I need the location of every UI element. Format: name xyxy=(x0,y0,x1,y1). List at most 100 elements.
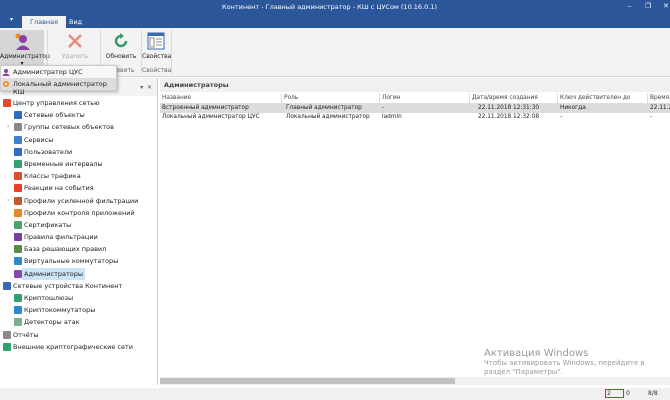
tree-item[interactable]: Отчёты xyxy=(2,329,156,341)
refresh-button[interactable]: Обновить xyxy=(102,30,140,60)
bell-icon xyxy=(14,184,22,193)
expand-chevron-icon[interactable]: › xyxy=(7,121,9,133)
status-count-a: 2 xyxy=(605,389,624,398)
table-cell: 22.11.2018 12:32:08 xyxy=(478,114,540,120)
properties-button[interactable]: Свойства xyxy=(142,30,172,60)
admin-cus-icon xyxy=(2,69,10,76)
tree-item[interactable]: Внешние криптографические сети xyxy=(2,341,156,353)
administrator-dropdown-menu: Администратор ЦУС Локальный администрато… xyxy=(0,65,117,96)
column-header[interactable]: Название xyxy=(160,93,282,104)
navigation-pane: ▾ ✕ Центр управления сетью Сетевые объект… xyxy=(0,78,158,385)
windows-activation-watermark: Активация Windows Чтобы активировать Win… xyxy=(484,348,645,377)
delete-label: Удалить xyxy=(61,53,89,60)
watermark-line2: раздел "Параметры". xyxy=(484,368,563,376)
table-row[interactable]: Встроенный администратор Главный админист… xyxy=(160,104,670,113)
navigation-tree: Центр управления сетью Сетевые объекты › Гр… xyxy=(2,97,156,353)
tree-item-label: Временные интервалы xyxy=(24,159,103,168)
tree-item[interactable]: Профили контроля приложений xyxy=(2,207,156,219)
table-header: Название Роль Логин Дата/время создания Ключ… xyxy=(160,93,670,104)
column-header[interactable]: Роль xyxy=(282,93,380,104)
crypto-gateway-icon xyxy=(14,294,22,302)
tab-home[interactable]: Главная xyxy=(22,16,67,28)
column-header[interactable]: Логин xyxy=(380,93,470,104)
pane-menu-icon[interactable]: ▾ xyxy=(140,84,143,91)
external-network-icon xyxy=(3,342,11,351)
tree-item[interactable]: Администраторы xyxy=(2,267,156,280)
table-cell: - xyxy=(650,114,653,120)
column-header[interactable]: Ключ действителен до xyxy=(558,93,648,104)
tree-item[interactable]: Правила фильтрации xyxy=(2,231,156,243)
tree-item-label: Центр управления сетью xyxy=(13,99,100,107)
traffic-icon xyxy=(14,172,22,181)
menu-item-local-admin-kš[interactable]: Локальный администратор КШ xyxy=(1,78,116,96)
table-cell: ladmin xyxy=(382,114,402,120)
tree-item[interactable]: Сетевые объекты xyxy=(2,109,156,121)
table-cell: 22.11.20 xyxy=(650,105,670,111)
menu-item-label: Администратор ЦУС xyxy=(13,68,83,76)
scrollbar-thumb[interactable] xyxy=(160,378,455,384)
table-cell: Локальный администратор ЦУС xyxy=(162,114,260,120)
watermark-title: Активация Windows xyxy=(484,348,589,359)
tree-item-label: Криптокоммутаторы xyxy=(24,306,96,315)
pane-close-icon[interactable]: ✕ xyxy=(147,84,152,91)
user-icon xyxy=(14,147,22,156)
tab-view[interactable]: Вид xyxy=(61,16,90,28)
administrator-label: Администратор xyxy=(0,53,50,60)
tree-item[interactable]: › Профили усиленной фильтрации xyxy=(2,195,156,207)
group-label-properties: Свойства xyxy=(142,67,172,74)
tree-item[interactable]: › Группы сетевых объектов xyxy=(2,121,156,133)
groups-icon xyxy=(14,123,22,132)
tree-item[interactable]: Детекторы атак xyxy=(2,316,156,328)
virtual-switch-icon xyxy=(14,257,22,266)
tree-item-label: База решающих правил xyxy=(24,245,107,254)
tree-item[interactable]: Временные интервалы xyxy=(2,158,156,170)
horizontal-scrollbar[interactable] xyxy=(160,377,670,385)
table-cell: Главный администратор xyxy=(286,105,362,111)
tree-item-label: Реакции на события xyxy=(24,184,94,193)
tree-item[interactable]: Криптокоммутаторы xyxy=(2,304,156,316)
properties-label: Свойства xyxy=(142,53,172,60)
tree-item-label: Сертификаты xyxy=(24,220,72,229)
gear-icon xyxy=(3,81,9,87)
close-button[interactable]: ✕ xyxy=(663,2,669,10)
restore-button[interactable]: ❐ xyxy=(645,2,651,10)
tree-item[interactable]: Пользователи xyxy=(2,146,156,158)
tree-item[interactable]: Сетевые устройства Континент xyxy=(2,280,156,292)
main-panel: Администраторы Название Роль Логин Дата/вре… xyxy=(160,78,670,385)
filter-profile-icon xyxy=(14,196,22,205)
clock-icon xyxy=(14,159,22,168)
quick-access-dropdown-icon[interactable]: ▾ xyxy=(10,16,13,23)
status-bar: 2 0 8/8 xyxy=(0,388,670,400)
delete-button[interactable]: Удалить xyxy=(55,30,95,60)
tree-item[interactable]: Сертификаты xyxy=(2,219,156,231)
tree-item[interactable]: Реакции на события xyxy=(2,182,156,194)
tree-item[interactable]: Криптошлюзы xyxy=(2,292,156,304)
tree-item-label: Сетевые устройства Континент xyxy=(13,281,123,290)
crypto-switch-icon xyxy=(14,306,22,315)
column-header[interactable]: Время с xyxy=(648,93,670,104)
menu-item-admin-cus[interactable]: Администратор ЦУС xyxy=(1,66,116,78)
column-header[interactable]: Дата/время создания xyxy=(470,93,558,104)
status-count-c: 8/8 xyxy=(648,390,658,397)
certificate-icon xyxy=(14,220,22,229)
tree-item[interactable]: Виртуальные коммутаторы xyxy=(2,255,156,267)
devices-icon xyxy=(3,281,11,290)
tree-item-label: Внешние криптографические сети xyxy=(13,342,134,351)
tree-item[interactable]: База решающих правил xyxy=(2,243,156,255)
table-cell: - xyxy=(560,114,563,120)
table-row[interactable]: Локальный администратор ЦУС Локальный адм… xyxy=(160,113,670,122)
expand-chevron-icon[interactable]: › xyxy=(7,195,9,207)
table-cell: Локальный администратор xyxy=(286,114,370,120)
tree-item[interactable]: Классы трафика xyxy=(2,170,156,182)
ribbon-tabs: ▾ Главная Вид xyxy=(0,14,670,28)
tree-item-label: Сервисы xyxy=(24,135,54,144)
attack-detector-icon xyxy=(14,318,22,327)
minimize-button[interactable]: – xyxy=(628,2,632,10)
administrators-table: Название Роль Логин Дата/время создания Ключ… xyxy=(160,93,670,122)
tree-item[interactable]: Сервисы xyxy=(2,134,156,146)
app-control-icon xyxy=(14,208,22,217)
tree-item-label: Детекторы атак xyxy=(24,318,80,327)
tree-item[interactable]: Центр управления сетью xyxy=(2,97,156,109)
tree-item-label: Профили контроля приложений xyxy=(24,208,135,217)
table-cell: 22.11.2018 12:31:30 xyxy=(478,105,540,111)
